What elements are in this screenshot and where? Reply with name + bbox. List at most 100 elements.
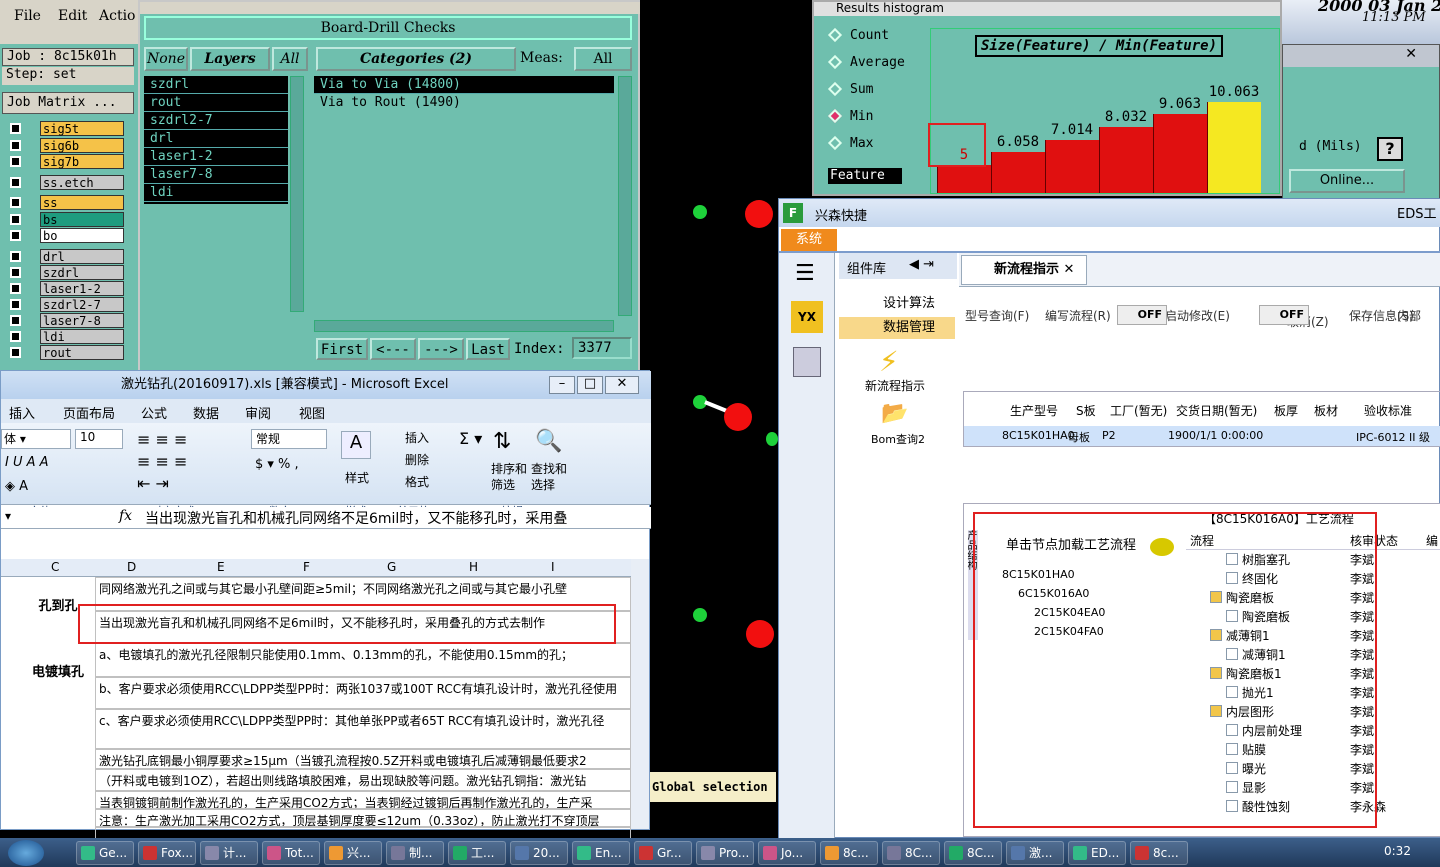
layer-checkbox[interactable] <box>10 267 21 278</box>
layer-row[interactable]: ldi <box>6 329 124 344</box>
sum-icon[interactable]: Σ ▾ <box>459 429 482 448</box>
layer-name[interactable]: bo <box>40 228 124 243</box>
taskbar-item[interactable]: 8c... <box>820 841 878 865</box>
yx-icon[interactable]: YX <box>791 301 823 333</box>
off-toggle[interactable]: OFF <box>1117 305 1167 325</box>
layer-checkbox[interactable] <box>10 177 21 188</box>
global-selection-bar[interactable]: Global selection <box>650 772 776 802</box>
table-cell[interactable]: c、客户要求必须使用RCC\LDPP类型PP时：其他单张PP或者65T RCC有… <box>95 709 631 749</box>
last-button[interactable]: Last <box>466 338 510 360</box>
column-header[interactable]: I <box>551 560 555 574</box>
ribbon-tab[interactable]: 数据 <box>193 403 219 422</box>
collapse-icon[interactable]: ◀ ⇥ <box>909 257 934 272</box>
layer-row[interactable]: sig7b <box>6 154 124 169</box>
layer-checkbox[interactable] <box>10 347 21 358</box>
layer-list[interactable]: szdrl rout szdrl2-7 drl laser1-2 laser7-8 ldi <box>144 76 288 204</box>
taskbar-item[interactable]: 制... <box>386 841 444 865</box>
layer-row[interactable]: sig5t <box>6 121 124 136</box>
italic-button[interactable]: I U A A <box>5 455 49 470</box>
sidebar-item-design[interactable]: 设计算法 <box>839 293 955 315</box>
layer-checkbox[interactable] <box>10 197 21 208</box>
grid-header[interactable]: S板 <box>1076 402 1096 419</box>
layer-row[interactable]: laser7-8 <box>6 313 124 328</box>
layer-row[interactable]: rout <box>6 345 124 360</box>
taskbar-item[interactable]: Pro... <box>696 841 754 865</box>
layer-row[interactable]: ss <box>6 195 124 210</box>
taskbar-item[interactable]: 计... <box>200 841 258 865</box>
category-list[interactable]: Via to Via (14800) Via to Rout (1490) <box>314 76 614 316</box>
layer-name[interactable]: drl <box>40 249 124 264</box>
layer-list-item[interactable]: rout <box>144 94 288 112</box>
meas-select[interactable]: All <box>574 47 632 71</box>
grid-header[interactable]: 验收标准 <box>1364 402 1412 419</box>
layer-name[interactable]: sig6b <box>40 138 124 153</box>
ribbon-tab[interactable]: 审阅 <box>245 403 271 422</box>
function-icon[interactable]: fx <box>119 508 132 524</box>
layer-row[interactable]: bo <box>6 228 124 243</box>
new-flow-link[interactable]: 新流程指示 <box>865 377 925 394</box>
grid-header[interactable]: 工厂(暂无) <box>1110 402 1167 419</box>
taskbar-item[interactable]: 20... <box>510 841 568 865</box>
toolbar-button[interactable]: 编写流程(R) <box>1045 307 1111 324</box>
table-cell[interactable]: （开料或电镀到1OZ），若超出则线路填胶困难，易出现缺胶等问题。激光钻孔铜指：激… <box>95 769 631 791</box>
find-select-button[interactable]: 查找和选择 <box>531 461 571 493</box>
off-toggle[interactable]: OFF <box>1259 305 1309 325</box>
taskbar-item[interactable]: 8C... <box>944 841 1002 865</box>
radio-icon[interactable] <box>827 81 843 97</box>
font-name-select[interactable]: 体 ▾ <box>1 429 71 449</box>
all-button[interactable]: All <box>272 47 308 71</box>
taskbar-item[interactable]: ED... <box>1068 841 1126 865</box>
table-cell[interactable]: a、电镀填孔的激光孔径限制只能使用0.1mm、0.13mm的孔，不能使用0.15… <box>95 643 631 677</box>
none-button[interactable]: None <box>144 47 188 71</box>
next-button[interactable]: ---> <box>418 338 464 360</box>
layer-checkbox[interactable] <box>10 156 21 167</box>
grid-row[interactable]: 8C15K01HA0 母板 P2 1900/1/1 0:00:00 IPC-6012 I… <box>964 426 1440 446</box>
grid-header[interactable]: 板材 <box>1314 402 1338 419</box>
taskbar-item[interactable]: Gr... <box>634 841 692 865</box>
layer-checkbox[interactable] <box>10 315 21 326</box>
column-header[interactable]: F <box>303 560 310 574</box>
hist-option[interactable]: Max <box>824 134 924 156</box>
style-button[interactable]: 样式 <box>345 469 369 486</box>
minimize-icon[interactable]: – <box>549 376 575 394</box>
menu-edit[interactable]: Edit <box>58 8 87 24</box>
layer-row[interactable]: sig6b <box>6 138 124 153</box>
layer-checkbox[interactable] <box>10 331 21 342</box>
job-matrix-button[interactable]: Job Matrix ... <box>2 92 134 114</box>
layer-checkbox[interactable] <box>10 140 21 151</box>
radio-icon[interactable] <box>827 135 843 151</box>
taskbar-item[interactable]: Fox... <box>138 841 196 865</box>
layer-name[interactable]: ss <box>40 195 124 210</box>
ribbon-tab[interactable]: 插入 <box>9 403 35 422</box>
column-header[interactable]: C <box>51 560 59 574</box>
layer-row[interactable]: szdrl <box>6 265 124 280</box>
vertical-scrollbar[interactable] <box>631 559 649 829</box>
cell-button[interactable]: 删除 <box>405 451 429 468</box>
layer-name[interactable]: laser1-2 <box>40 281 124 296</box>
layer-checkbox[interactable] <box>10 299 21 310</box>
column-header[interactable]: H <box>469 560 478 574</box>
radio-icon[interactable] <box>827 54 843 70</box>
close-icon[interactable]: ✕ <box>605 376 639 394</box>
system-tab[interactable]: 系统 <box>781 229 837 251</box>
ribbon-tab[interactable]: 公式 <box>141 403 167 422</box>
categories-button[interactable]: Categories (2) <box>316 47 516 71</box>
font-size-select[interactable]: 10 <box>75 429 123 449</box>
grid-header[interactable]: 生产型号 <box>1010 402 1058 419</box>
table-cell[interactable]: 注意：生产激光加工采用CO2方式，顶层基铜厚度要≤12um（0.33oz），防止… <box>95 809 631 827</box>
bom-link[interactable]: Bom查询2 <box>871 431 925 447</box>
percent-button[interactable]: $ ▾ % , <box>255 457 299 472</box>
layer-list-item[interactable]: laser7-8 <box>144 166 288 184</box>
layer-name[interactable]: sig5t <box>40 121 124 136</box>
layer-list-item[interactable]: szdrl <box>144 76 288 94</box>
layer-name[interactable]: szdrl2-7 <box>40 297 124 312</box>
layer-list-item[interactable]: drl <box>144 130 288 148</box>
sort-filter-icon[interactable]: ⇅ <box>493 429 521 457</box>
maximize-icon[interactable]: □ <box>577 376 603 394</box>
category-item[interactable]: Via to Via (14800) <box>314 76 614 94</box>
layer-checkbox[interactable] <box>10 251 21 262</box>
fill-color-button[interactable]: ◈ A <box>5 479 28 494</box>
alignment-buttons[interactable]: ≡ ≡ ≡ ≡ ≡ ≡ ⇤ ⇥ <box>137 429 231 499</box>
table-cell[interactable]: 当表铜镀铜前制作激光孔的，生产采用CO2方式；当表铜经过镀铜后再制作激光孔的，生… <box>95 791 631 809</box>
calculator-icon[interactable] <box>793 347 821 377</box>
